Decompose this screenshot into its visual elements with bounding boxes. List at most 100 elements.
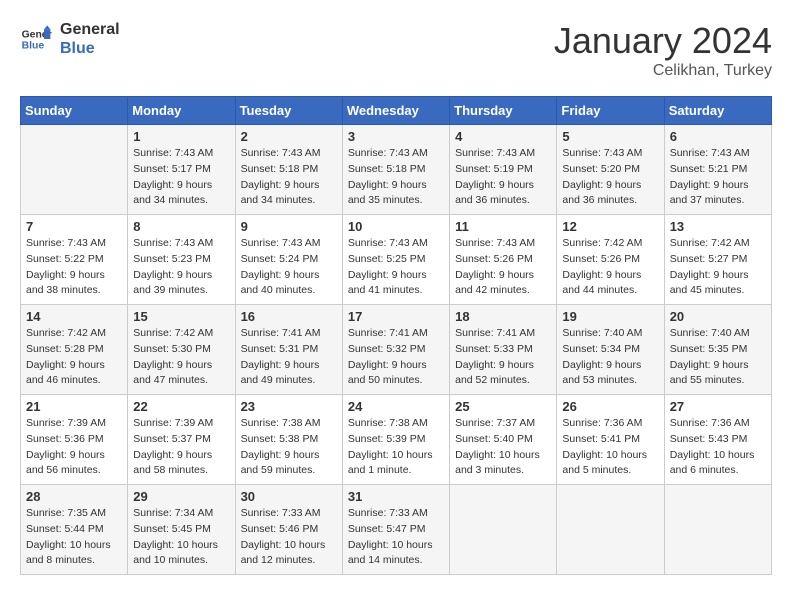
calendar-cell: 30 Sunrise: 7:33 AM Sunset: 5:46 PM Dayli… xyxy=(235,485,342,575)
day-number: 26 xyxy=(562,399,658,414)
calendar-cell: 19 Sunrise: 7:40 AM Sunset: 5:34 PM Dayli… xyxy=(557,305,664,395)
day-number: 6 xyxy=(670,129,766,144)
day-header-friday: Friday xyxy=(557,97,664,125)
calendar-header-row: SundayMondayTuesdayWednesdayThursdayFrid… xyxy=(21,97,772,125)
day-number: 9 xyxy=(241,219,337,234)
day-number: 2 xyxy=(241,129,337,144)
day-number: 27 xyxy=(670,399,766,414)
day-number: 15 xyxy=(133,309,229,324)
day-number: 23 xyxy=(241,399,337,414)
calendar-cell: 24Sunrise: 7:38 AM Sunset: 5:39 PM Dayli… xyxy=(342,395,449,485)
calendar-cell: 22 Sunrise: 7:39 AM Sunset: 5:37 PM Dayli… xyxy=(128,395,235,485)
day-number: 21 xyxy=(26,399,122,414)
calendar-cell: 18 Sunrise: 7:41 AM Sunset: 5:33 PM Dayli… xyxy=(450,305,557,395)
logo-icon: General Blue xyxy=(20,23,52,55)
day-info: Sunrise: 7:43 AM Sunset: 5:26 PM Dayligh… xyxy=(455,236,551,299)
calendar-body: 1Sunrise: 7:43 AM Sunset: 5:17 PM Daylig… xyxy=(21,125,772,575)
calendar-cell: 15Sunrise: 7:42 AM Sunset: 5:30 PM Dayli… xyxy=(128,305,235,395)
day-header-sunday: Sunday xyxy=(21,97,128,125)
day-number: 18 xyxy=(455,309,551,324)
day-info: Sunrise: 7:35 AM Sunset: 5:44 PM Dayligh… xyxy=(26,506,122,569)
calendar-cell: 16 Sunrise: 7:41 AM Sunset: 5:31 PM Dayli… xyxy=(235,305,342,395)
day-number: 7 xyxy=(26,219,122,234)
calendar-cell: 14 Sunrise: 7:42 AM Sunset: 5:28 PM Dayli… xyxy=(21,305,128,395)
day-info: Sunrise: 7:43 AM Sunset: 5:19 PM Dayligh… xyxy=(455,146,551,209)
day-number: 31 xyxy=(348,489,444,504)
day-number: 3 xyxy=(348,129,444,144)
calendar-cell: 20 Sunrise: 7:40 AM Sunset: 5:35 PM Dayli… xyxy=(664,305,771,395)
day-number: 4 xyxy=(455,129,551,144)
page-header: General Blue General Blue January 2024 C… xyxy=(20,20,772,80)
logo-blue: Blue xyxy=(60,39,120,58)
day-info: Sunrise: 7:39 AM Sunset: 5:37 PM Dayligh… xyxy=(133,416,229,479)
day-info: Sunrise: 7:37 AM Sunset: 5:40 PM Dayligh… xyxy=(455,416,551,479)
day-info: Sunrise: 7:38 AM Sunset: 5:39 PM Dayligh… xyxy=(348,416,444,479)
calendar-week-4: 21 Sunrise: 7:39 AM Sunset: 5:36 PM Dayli… xyxy=(21,395,772,485)
day-info: Sunrise: 7:43 AM Sunset: 5:18 PM Dayligh… xyxy=(241,146,337,209)
day-info: Sunrise: 7:33 AM Sunset: 5:46 PM Dayligh… xyxy=(241,506,337,569)
calendar-cell: 7Sunrise: 7:43 AM Sunset: 5:22 PM Daylig… xyxy=(21,215,128,305)
calendar-cell xyxy=(557,485,664,575)
day-number: 12 xyxy=(562,219,658,234)
day-number: 14 xyxy=(26,309,122,324)
calendar-cell: 10 Sunrise: 7:43 AM Sunset: 5:25 PM Dayli… xyxy=(342,215,449,305)
day-header-thursday: Thursday xyxy=(450,97,557,125)
day-number: 30 xyxy=(241,489,337,504)
day-number: 19 xyxy=(562,309,658,324)
calendar-cell: 1Sunrise: 7:43 AM Sunset: 5:17 PM Daylig… xyxy=(128,125,235,215)
day-info: Sunrise: 7:42 AM Sunset: 5:28 PM Dayligh… xyxy=(26,326,122,389)
day-number: 17 xyxy=(348,309,444,324)
day-number: 5 xyxy=(562,129,658,144)
day-number: 16 xyxy=(241,309,337,324)
day-info: Sunrise: 7:42 AM Sunset: 5:27 PM Dayligh… xyxy=(670,236,766,299)
calendar-cell: 26 Sunrise: 7:36 AM Sunset: 5:41 PM Dayli… xyxy=(557,395,664,485)
calendar-cell: 9 Sunrise: 7:43 AM Sunset: 5:24 PM Daylig… xyxy=(235,215,342,305)
calendar-cell: 3 Sunrise: 7:43 AM Sunset: 5:18 PM Daylig… xyxy=(342,125,449,215)
day-number: 28 xyxy=(26,489,122,504)
day-info: Sunrise: 7:40 AM Sunset: 5:34 PM Dayligh… xyxy=(562,326,658,389)
calendar-cell: 5 Sunrise: 7:43 AM Sunset: 5:20 PM Daylig… xyxy=(557,125,664,215)
day-info: Sunrise: 7:43 AM Sunset: 5:25 PM Dayligh… xyxy=(348,236,444,299)
month-title: January 2024 xyxy=(554,20,772,62)
day-header-monday: Monday xyxy=(128,97,235,125)
day-number: 29 xyxy=(133,489,229,504)
calendar-cell xyxy=(664,485,771,575)
calendar-cell: 21 Sunrise: 7:39 AM Sunset: 5:36 PM Dayli… xyxy=(21,395,128,485)
calendar-cell: 31 Sunrise: 7:33 AM Sunset: 5:47 PM Dayli… xyxy=(342,485,449,575)
calendar-week-2: 7Sunrise: 7:43 AM Sunset: 5:22 PM Daylig… xyxy=(21,215,772,305)
calendar-cell xyxy=(21,125,128,215)
calendar-cell: 8Sunrise: 7:43 AM Sunset: 5:23 PM Daylig… xyxy=(128,215,235,305)
calendar-cell: 13Sunrise: 7:42 AM Sunset: 5:27 PM Dayli… xyxy=(664,215,771,305)
day-info: Sunrise: 7:43 AM Sunset: 5:18 PM Dayligh… xyxy=(348,146,444,209)
day-number: 22 xyxy=(133,399,229,414)
calendar-cell xyxy=(450,485,557,575)
day-number: 1 xyxy=(133,129,229,144)
calendar-cell: 17 Sunrise: 7:41 AM Sunset: 5:32 PM Dayli… xyxy=(342,305,449,395)
day-info: Sunrise: 7:41 AM Sunset: 5:33 PM Dayligh… xyxy=(455,326,551,389)
day-info: Sunrise: 7:43 AM Sunset: 5:21 PM Dayligh… xyxy=(670,146,766,209)
calendar-week-3: 14 Sunrise: 7:42 AM Sunset: 5:28 PM Dayli… xyxy=(21,305,772,395)
calendar-week-1: 1Sunrise: 7:43 AM Sunset: 5:17 PM Daylig… xyxy=(21,125,772,215)
day-info: Sunrise: 7:43 AM Sunset: 5:20 PM Dayligh… xyxy=(562,146,658,209)
day-info: Sunrise: 7:33 AM Sunset: 5:47 PM Dayligh… xyxy=(348,506,444,569)
calendar-week-5: 28 Sunrise: 7:35 AM Sunset: 5:44 PM Dayli… xyxy=(21,485,772,575)
title-block: January 2024 Celikhan, Turkey xyxy=(554,20,772,80)
day-info: Sunrise: 7:41 AM Sunset: 5:32 PM Dayligh… xyxy=(348,326,444,389)
day-info: Sunrise: 7:39 AM Sunset: 5:36 PM Dayligh… xyxy=(26,416,122,479)
day-info: Sunrise: 7:43 AM Sunset: 5:24 PM Dayligh… xyxy=(241,236,337,299)
calendar-cell: 12Sunrise: 7:42 AM Sunset: 5:26 PM Dayli… xyxy=(557,215,664,305)
day-info: Sunrise: 7:40 AM Sunset: 5:35 PM Dayligh… xyxy=(670,326,766,389)
day-info: Sunrise: 7:41 AM Sunset: 5:31 PM Dayligh… xyxy=(241,326,337,389)
calendar-cell: 23Sunrise: 7:38 AM Sunset: 5:38 PM Dayli… xyxy=(235,395,342,485)
day-number: 11 xyxy=(455,219,551,234)
calendar-cell: 29 Sunrise: 7:34 AM Sunset: 5:45 PM Dayli… xyxy=(128,485,235,575)
day-info: Sunrise: 7:36 AM Sunset: 5:41 PM Dayligh… xyxy=(562,416,658,479)
day-number: 10 xyxy=(348,219,444,234)
day-info: Sunrise: 7:34 AM Sunset: 5:45 PM Dayligh… xyxy=(133,506,229,569)
day-header-wednesday: Wednesday xyxy=(342,97,449,125)
day-number: 8 xyxy=(133,219,229,234)
calendar-table: SundayMondayTuesdayWednesdayThursdayFrid… xyxy=(20,96,772,575)
day-info: Sunrise: 7:36 AM Sunset: 5:43 PM Dayligh… xyxy=(670,416,766,479)
day-number: 20 xyxy=(670,309,766,324)
calendar-cell: 27 Sunrise: 7:36 AM Sunset: 5:43 PM Dayli… xyxy=(664,395,771,485)
